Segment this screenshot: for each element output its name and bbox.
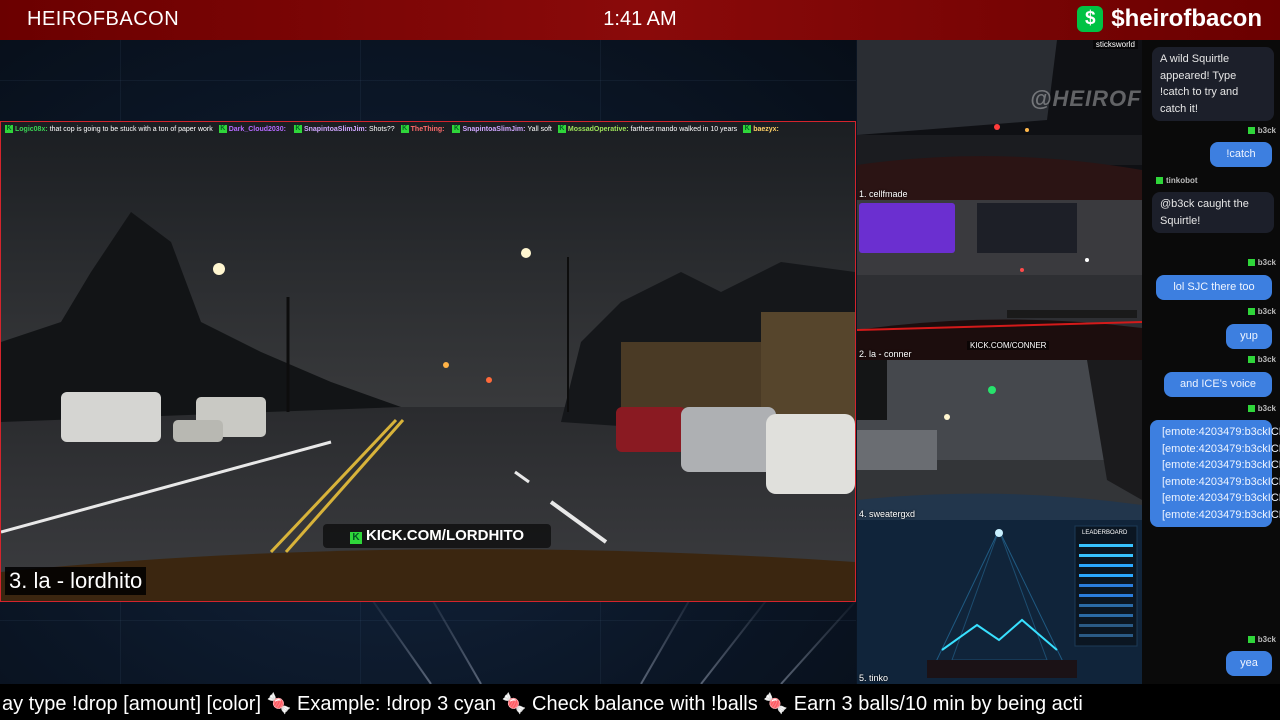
kick-icon: K [293, 125, 302, 134]
kick-icon: K [400, 125, 409, 134]
chat-message-5: yup [1226, 324, 1272, 349]
stream-chat-item: K SnapintoaSlimJim: Shots?? [293, 124, 395, 136]
side-stream-4-tag: LEADERBOARD [1082, 530, 1128, 536]
chat-message-6: and ICE's voice [1164, 372, 1272, 397]
stream-chat-text: farthest mando walked in 10 years [630, 126, 738, 133]
side-stream-2-label: 2. la - conner [859, 349, 912, 359]
clock: 1:41 AM [603, 8, 677, 30]
kick-icon: K [5, 125, 13, 134]
chat-message-3: @b3ck caught the Squirtle! [1152, 192, 1274, 233]
main-stream-label: 3. la - lordhito [5, 567, 147, 595]
stream-chat-user: TheThing: [410, 126, 445, 133]
cashtag: $ $heirofbacon [1077, 5, 1262, 33]
main-stream[interactable]: K Logic08x: that cop is going to be stuck … [0, 121, 856, 602]
kick-url-banner: K KICK.COM/LORDHITO [323, 524, 551, 548]
stream-chat-text: Yall soft [527, 126, 552, 133]
chat-sender-2: b3ck [1247, 126, 1276, 135]
kick-icon: K [452, 125, 461, 134]
chat-sender-6: b3ck [1247, 355, 1276, 364]
side-stream-4-label: 5. tinko [859, 673, 889, 683]
side-stream-2[interactable]: KICK.COM/CONNER 2. la - conner [857, 200, 1142, 360]
stream-chat-item: K SnapintoaSlimJim: Yall soft [452, 124, 552, 136]
chat-sender-3: tinkobot [1156, 176, 1198, 185]
chat-message-8: yea [1226, 651, 1272, 676]
side-stream-1-tag: sticksworld [1092, 40, 1138, 49]
side-stream-3[interactable]: 4. sweatergxd [857, 360, 1142, 520]
stream-chat-user: baezyx: [753, 126, 779, 133]
stream-chat-item: K MossadOperative: farthest mando walked i… [557, 124, 738, 136]
chat-sender-7: b3ck [1247, 404, 1276, 413]
stream-chat-user: Logic08x: [15, 126, 48, 133]
chat-sender-8: b3ck [1247, 635, 1276, 644]
stream-chat-user: MossadOperative: [567, 126, 629, 133]
chat-message-2: !catch [1210, 142, 1272, 167]
stream-chat-ticker: K Logic08x: that cop is going to be stuck … [5, 124, 851, 136]
kick-icon: K [557, 125, 566, 134]
side-stream-3-label: 4. sweatergxd [859, 509, 916, 519]
chat-panel: A wild Squirtle appeared! Type !catch to… [1142, 40, 1280, 684]
kick-icon: K [218, 125, 227, 134]
side-stream-1[interactable]: sticksworld 1. cellfmade [857, 40, 1142, 200]
stream-chat-item: Kbaezyx: [743, 124, 781, 136]
stream-chat-item: K Logic08x: that cop is going to be stuck … [5, 124, 213, 136]
stream-chat-text: that cop is going to be stuck with a ton… [49, 126, 213, 133]
chat-message-1: A wild Squirtle appeared! Type !catch to… [1152, 47, 1274, 121]
cashtag-text: $heirofbacon [1111, 5, 1262, 32]
command-ticker-text: ay type !drop [amount] [color] 🍬 Example… [2, 693, 1083, 715]
chat-message-4: lol SJC there too [1156, 275, 1272, 300]
side-stream-1-label: 1. cellfmade [859, 189, 908, 199]
channel-name: HEIROFBACON [27, 8, 180, 30]
chat-message-7: [emote:4203479:b3ckICE] [emote:4203479:b… [1150, 420, 1280, 527]
command-ticker: ay type !drop [amount] [color] 🍬 Example… [0, 684, 1280, 720]
stream-chat-user: SnapintoaSlimJim: [462, 126, 526, 133]
top-bar: HEIROFBACON 1:41 AM $ $heirofbacon [0, 0, 1280, 40]
cashapp-icon: $ [1077, 6, 1104, 32]
chat-sender-4: b3ck [1247, 258, 1276, 267]
stream-chat-item: K Dark_Cloud2030: [218, 124, 288, 136]
stream-chat-user: SnapintoaSlimJim: [303, 126, 367, 133]
side-stream-4[interactable]: LEADERBOARD 5. tinko [857, 520, 1142, 684]
stream-chat-user: Dark_Cloud2030: [228, 126, 286, 133]
side-stream-2-tag: KICK.COM/CONNER [967, 341, 1050, 350]
stream-chat-text: Shots?? [368, 126, 395, 133]
chat-sender-5: b3ck [1247, 307, 1276, 316]
kick-icon: K [743, 125, 752, 134]
stream-chat-item: K TheThing: [400, 124, 447, 136]
